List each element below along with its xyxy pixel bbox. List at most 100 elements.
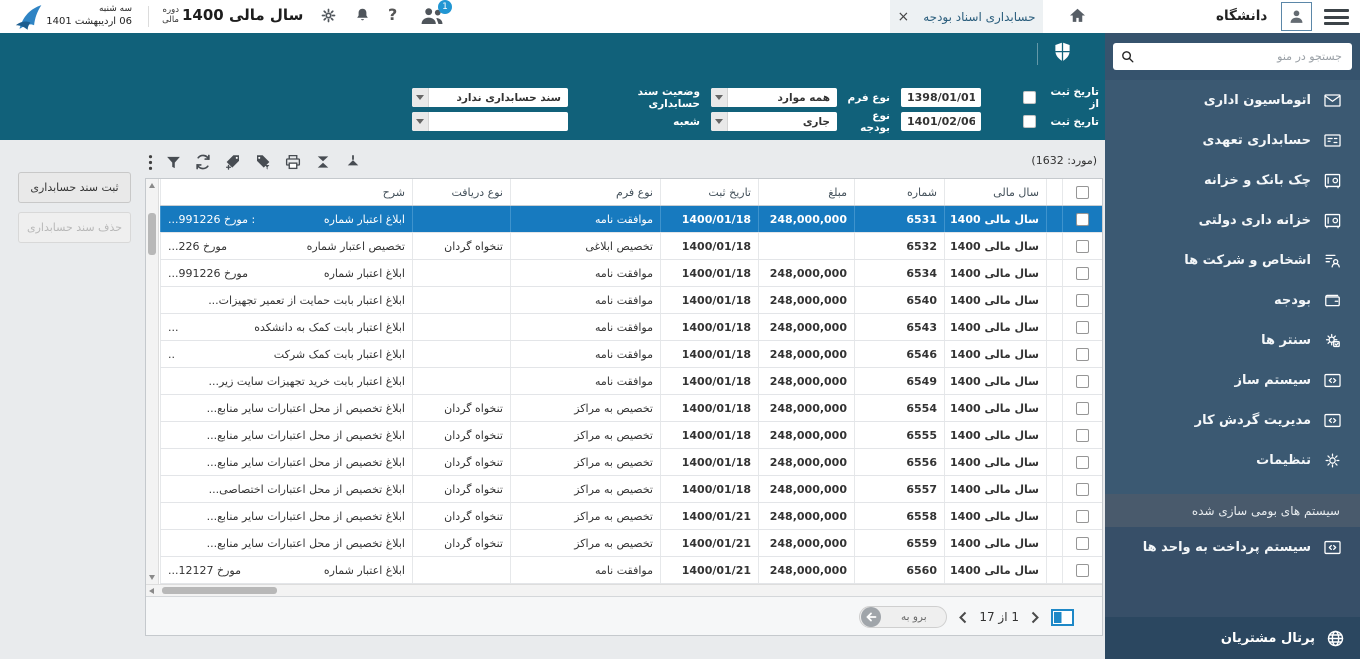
chevron-right-icon[interactable] [1031,611,1039,624]
doc-status-select[interactable]: سند حسابداری ندارد [412,88,568,107]
cell-form-type: تخصیص به مراکز [510,422,660,448]
date-to-input[interactable] [901,112,981,131]
hamburger-menu-icon[interactable] [1324,9,1349,25]
sidebar-item-payment-system[interactable]: سیستم پرداخت به واحد ها [1105,527,1360,567]
row-checkbox[interactable] [1076,537,1089,550]
row-checkbox[interactable] [1076,294,1089,307]
table-row[interactable]: سال مالی 14006540248,000,0001400/01/18مو… [160,287,1102,314]
row-checkbox[interactable] [1076,267,1089,280]
table-row[interactable]: سال مالی 14006531248,000,0001400/01/18مو… [160,206,1102,233]
safe-icon [1323,211,1342,230]
close-icon[interactable]: × [897,9,909,25]
row-checkbox[interactable] [1076,456,1089,469]
row-checkbox[interactable] [1076,564,1089,577]
table-row[interactable]: سال مالی 14006560248,000,0001400/01/21مو… [160,557,1102,584]
sidebar-item[interactable]: اتوماسیون اداری [1105,80,1360,120]
row-checkbox[interactable] [1076,510,1089,523]
form-type-select[interactable]: همه موارد [711,88,837,107]
row-checkbox[interactable] [1076,375,1089,388]
sidebar-item[interactable]: خزانه داری دولتی [1105,200,1360,240]
sidebar-item[interactable]: سیستم ساز [1105,360,1360,400]
row-checkbox[interactable] [1076,429,1089,442]
delete-accounting-doc-button[interactable]: حذف سند حسابداری [18,212,131,243]
budget-type-select[interactable]: جاری [711,112,837,131]
table-row[interactable]: سال مالی 14006554248,000,0001400/01/18تخ… [160,395,1102,422]
form-type-label: نوع فرم [842,92,890,104]
print-icon[interactable] [284,153,302,171]
chevron-left-icon[interactable] [959,611,967,624]
select-all-checkbox[interactable] [1076,186,1089,199]
scroll-down-icon[interactable] [149,575,155,580]
row-checkbox[interactable] [1076,213,1089,226]
tag-add-icon[interactable] [224,153,242,171]
home-icon[interactable] [1068,6,1087,29]
sidebar-item-customer-portal[interactable]: پرتال مشتریان [1105,617,1360,659]
sidebar-item[interactable]: بودجه [1105,280,1360,320]
record-count: (مورد: 1632) [1031,154,1097,167]
table-row[interactable]: سال مالی 14006543248,000,0001400/01/18مو… [160,314,1102,341]
sidebar-item[interactable]: حسابداری تعهدی [1105,120,1360,160]
table-row[interactable]: سال مالی 14006546248,000,0001400/01/18مو… [160,341,1102,368]
collapse-rows-icon[interactable] [314,153,332,171]
table-row[interactable]: سال مالی 14006559248,000,0001400/01/21تخ… [160,530,1102,557]
sidebar-item[interactable]: سنتر ها [1105,320,1360,360]
horizontal-scrollbar[interactable] [146,584,1102,596]
branch-select[interactable] [412,112,568,131]
tab-budget-documents-accounting[interactable]: حسابداری اسناد بودجه × [890,0,1043,33]
cell-date: 1400/01/18 [660,287,758,313]
table-row[interactable]: سال مالی 14006549248,000,0001400/01/18مو… [160,368,1102,395]
date-to-checkbox[interactable] [1023,115,1036,128]
filter-icon[interactable] [165,154,182,171]
cell-description: ابلاغ تخصیص از محل اعتبارات سایر منابع..… [160,422,412,448]
shield-icon[interactable] [1053,41,1072,67]
row-checkbox-cell [1062,368,1102,394]
table-row[interactable]: سال مالی 140065321400/01/18تخصیص ابلاغیت… [160,233,1102,260]
tag-filter-icon[interactable] [254,153,272,171]
sidebar-item[interactable]: مدیریت گردش کار [1105,400,1360,440]
more-menu-icon[interactable] [148,154,153,171]
scroll-left-icon[interactable] [149,588,154,594]
row-checkbox[interactable] [1076,240,1089,253]
row-checkbox[interactable] [1076,321,1089,334]
refresh-icon[interactable] [194,153,212,171]
date-from-checkbox[interactable] [1023,91,1036,104]
cell-amount: 248,000,000 [758,260,854,286]
expand-rows-icon[interactable] [344,153,362,171]
fiscal-year-selector[interactable]: سال مالی 1400 [182,6,303,24]
table-row[interactable]: سال مالی 14006555248,000,0001400/01/18تخ… [160,422,1102,449]
goto-page-control[interactable]: برو به [859,606,947,628]
row-spacer-cell [1046,233,1062,259]
grid-toolbar [148,150,362,174]
search-input[interactable] [1113,43,1352,70]
scroll-up-icon[interactable] [149,183,155,188]
settings-gear-icon[interactable] [320,7,337,28]
vertical-scrollbar[interactable] [146,179,159,584]
table-row[interactable]: سال مالی 14006556248,000,0001400/01/18تخ… [160,449,1102,476]
row-spacer-cell [1046,368,1062,394]
row-checkbox[interactable] [1076,348,1089,361]
user-avatar[interactable] [1281,2,1312,31]
row-checkbox[interactable] [1076,483,1089,496]
sidebar-item[interactable]: اشخاص و شرکت ها [1105,240,1360,280]
cell-date: 1400/01/18 [660,260,758,286]
table-row[interactable]: سال مالی 14006534248,000,0001400/01/18مو… [160,260,1102,287]
table-row[interactable]: سال مالی 14006557248,000,0001400/01/18تخ… [160,476,1102,503]
table-row[interactable]: سال مالی 14006558248,000,0001400/01/21تخ… [160,503,1102,530]
cell-number: 6543 [854,314,944,340]
row-checkbox[interactable] [1076,402,1089,415]
help-icon[interactable]: ? [388,5,397,24]
go-arrow-icon[interactable] [861,607,881,627]
vertical-scroll-thumb[interactable] [148,213,156,255]
sidebar-item[interactable]: تنظیمات [1105,440,1360,480]
sidebar-item[interactable]: چک بانک و خزانه [1105,160,1360,200]
horizontal-scroll-thumb[interactable] [162,587,277,594]
cell-amount: 248,000,000 [758,449,854,475]
date-from-input[interactable] [901,88,981,107]
doc-status-value: سند حسابداری ندارد [429,92,568,104]
row-spacer-cell [1046,287,1062,313]
notifications-bell-icon[interactable] [354,7,371,28]
register-accounting-doc-button[interactable]: ثبت سند حسابداری [18,172,131,203]
page-layout-icon[interactable] [1051,609,1074,626]
sidebar-section-localized-systems[interactable]: سیستم های بومی سازی شده [1105,494,1360,527]
tab-label: حسابداری اسناد بودجه [923,10,1035,24]
